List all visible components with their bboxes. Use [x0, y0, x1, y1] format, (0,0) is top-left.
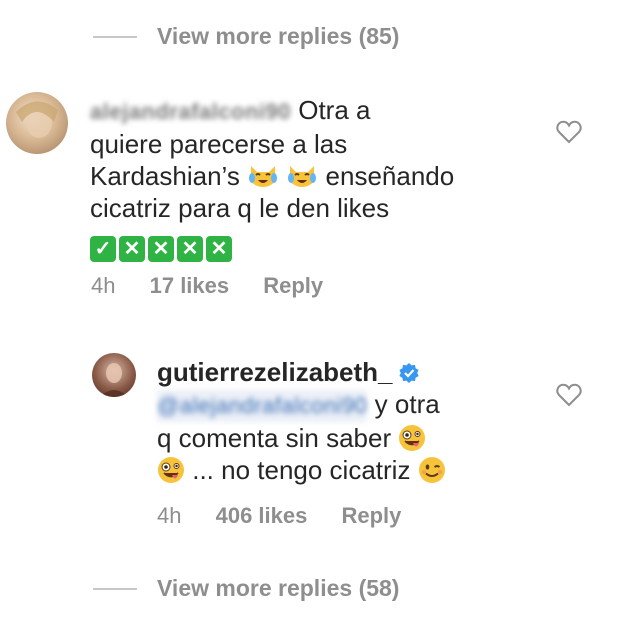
comment-line-3: q comenta sin saber: [157, 422, 537, 454]
zany-face-emoji: [157, 456, 185, 484]
comment-username[interactable]: alejandrafalconi90: [90, 96, 291, 128]
comment-line-1: alejandrafalconi90 Otra a: [90, 94, 510, 128]
comment-line-5: ✓ ✕ ✕ ✕ ✕: [90, 226, 510, 262]
reply-button[interactable]: Reply: [341, 503, 401, 528]
comment-text-segment: Otra a: [298, 95, 371, 125]
comment-line-1: gutierrezelizabeth_: [157, 356, 537, 388]
comment-likes[interactable]: 17 likes: [150, 273, 230, 298]
crying-laughing-cat-emoji: [286, 162, 318, 190]
comment-username[interactable]: gutierrezelizabeth_: [157, 357, 393, 387]
comment-likes[interactable]: 406 likes: [216, 503, 308, 528]
comment-line-2: quiere parecerse a las: [90, 129, 348, 159]
comment-meta: 4h 17 likes Reply: [91, 273, 351, 299]
comment-time: 4h: [91, 273, 116, 298]
view-more-replies-button[interactable]: View more replies (85): [157, 23, 399, 50]
comment-text-segment: q comenta sin saber: [157, 423, 392, 453]
avatar[interactable]: [6, 92, 68, 154]
comment-line-4: ... no tengo cicatriz: [157, 454, 537, 486]
comment-body: alejandrafalconi90 Otra a quiere parecer…: [90, 94, 510, 262]
winking-face-emoji: [418, 456, 446, 484]
avatar[interactable]: [92, 353, 136, 397]
avatar-photo: [16, 101, 58, 138]
like-heart-icon[interactable]: [556, 120, 582, 144]
cross-mark-emoji: ✕: [148, 236, 174, 262]
comment-body: gutierrezelizabeth_ @alejandrafalconi90 …: [157, 356, 537, 486]
comment-meta: 4h 406 likes Reply: [157, 503, 429, 529]
view-more-replies-button[interactable]: View more replies (58): [157, 575, 399, 602]
crying-laughing-cat-emoji: [247, 162, 279, 190]
avatar-photo: [100, 363, 128, 397]
comment-line-4: cicatriz para q le den likes: [90, 193, 390, 223]
comment-text-segment: Kardashian’s: [90, 161, 240, 191]
cross-mark-emoji: ✕: [177, 236, 203, 262]
view-more-divider: [93, 588, 137, 590]
check-mark-emoji: ✓: [90, 236, 116, 262]
comment-time: 4h: [157, 503, 182, 528]
reply-button[interactable]: Reply: [263, 273, 323, 298]
cross-mark-emoji: ✕: [206, 236, 232, 262]
view-more-divider: [93, 36, 137, 38]
cross-mark-emoji: ✕: [119, 236, 145, 262]
comment-line-3: Kardashian’s enseñando: [90, 160, 510, 192]
verified-badge-icon: [398, 358, 419, 383]
like-heart-icon[interactable]: [556, 383, 582, 407]
comment-text-segment: y otra: [374, 389, 440, 419]
comment-text-segment: enseñando: [325, 161, 455, 191]
comment-text-segment: ... no tengo cicatriz: [192, 455, 411, 485]
zany-face-emoji: [398, 424, 426, 452]
mention-link[interactable]: @alejandrafalconi90: [157, 390, 368, 422]
comment-line-2: @alejandrafalconi90 y otra: [157, 388, 537, 422]
